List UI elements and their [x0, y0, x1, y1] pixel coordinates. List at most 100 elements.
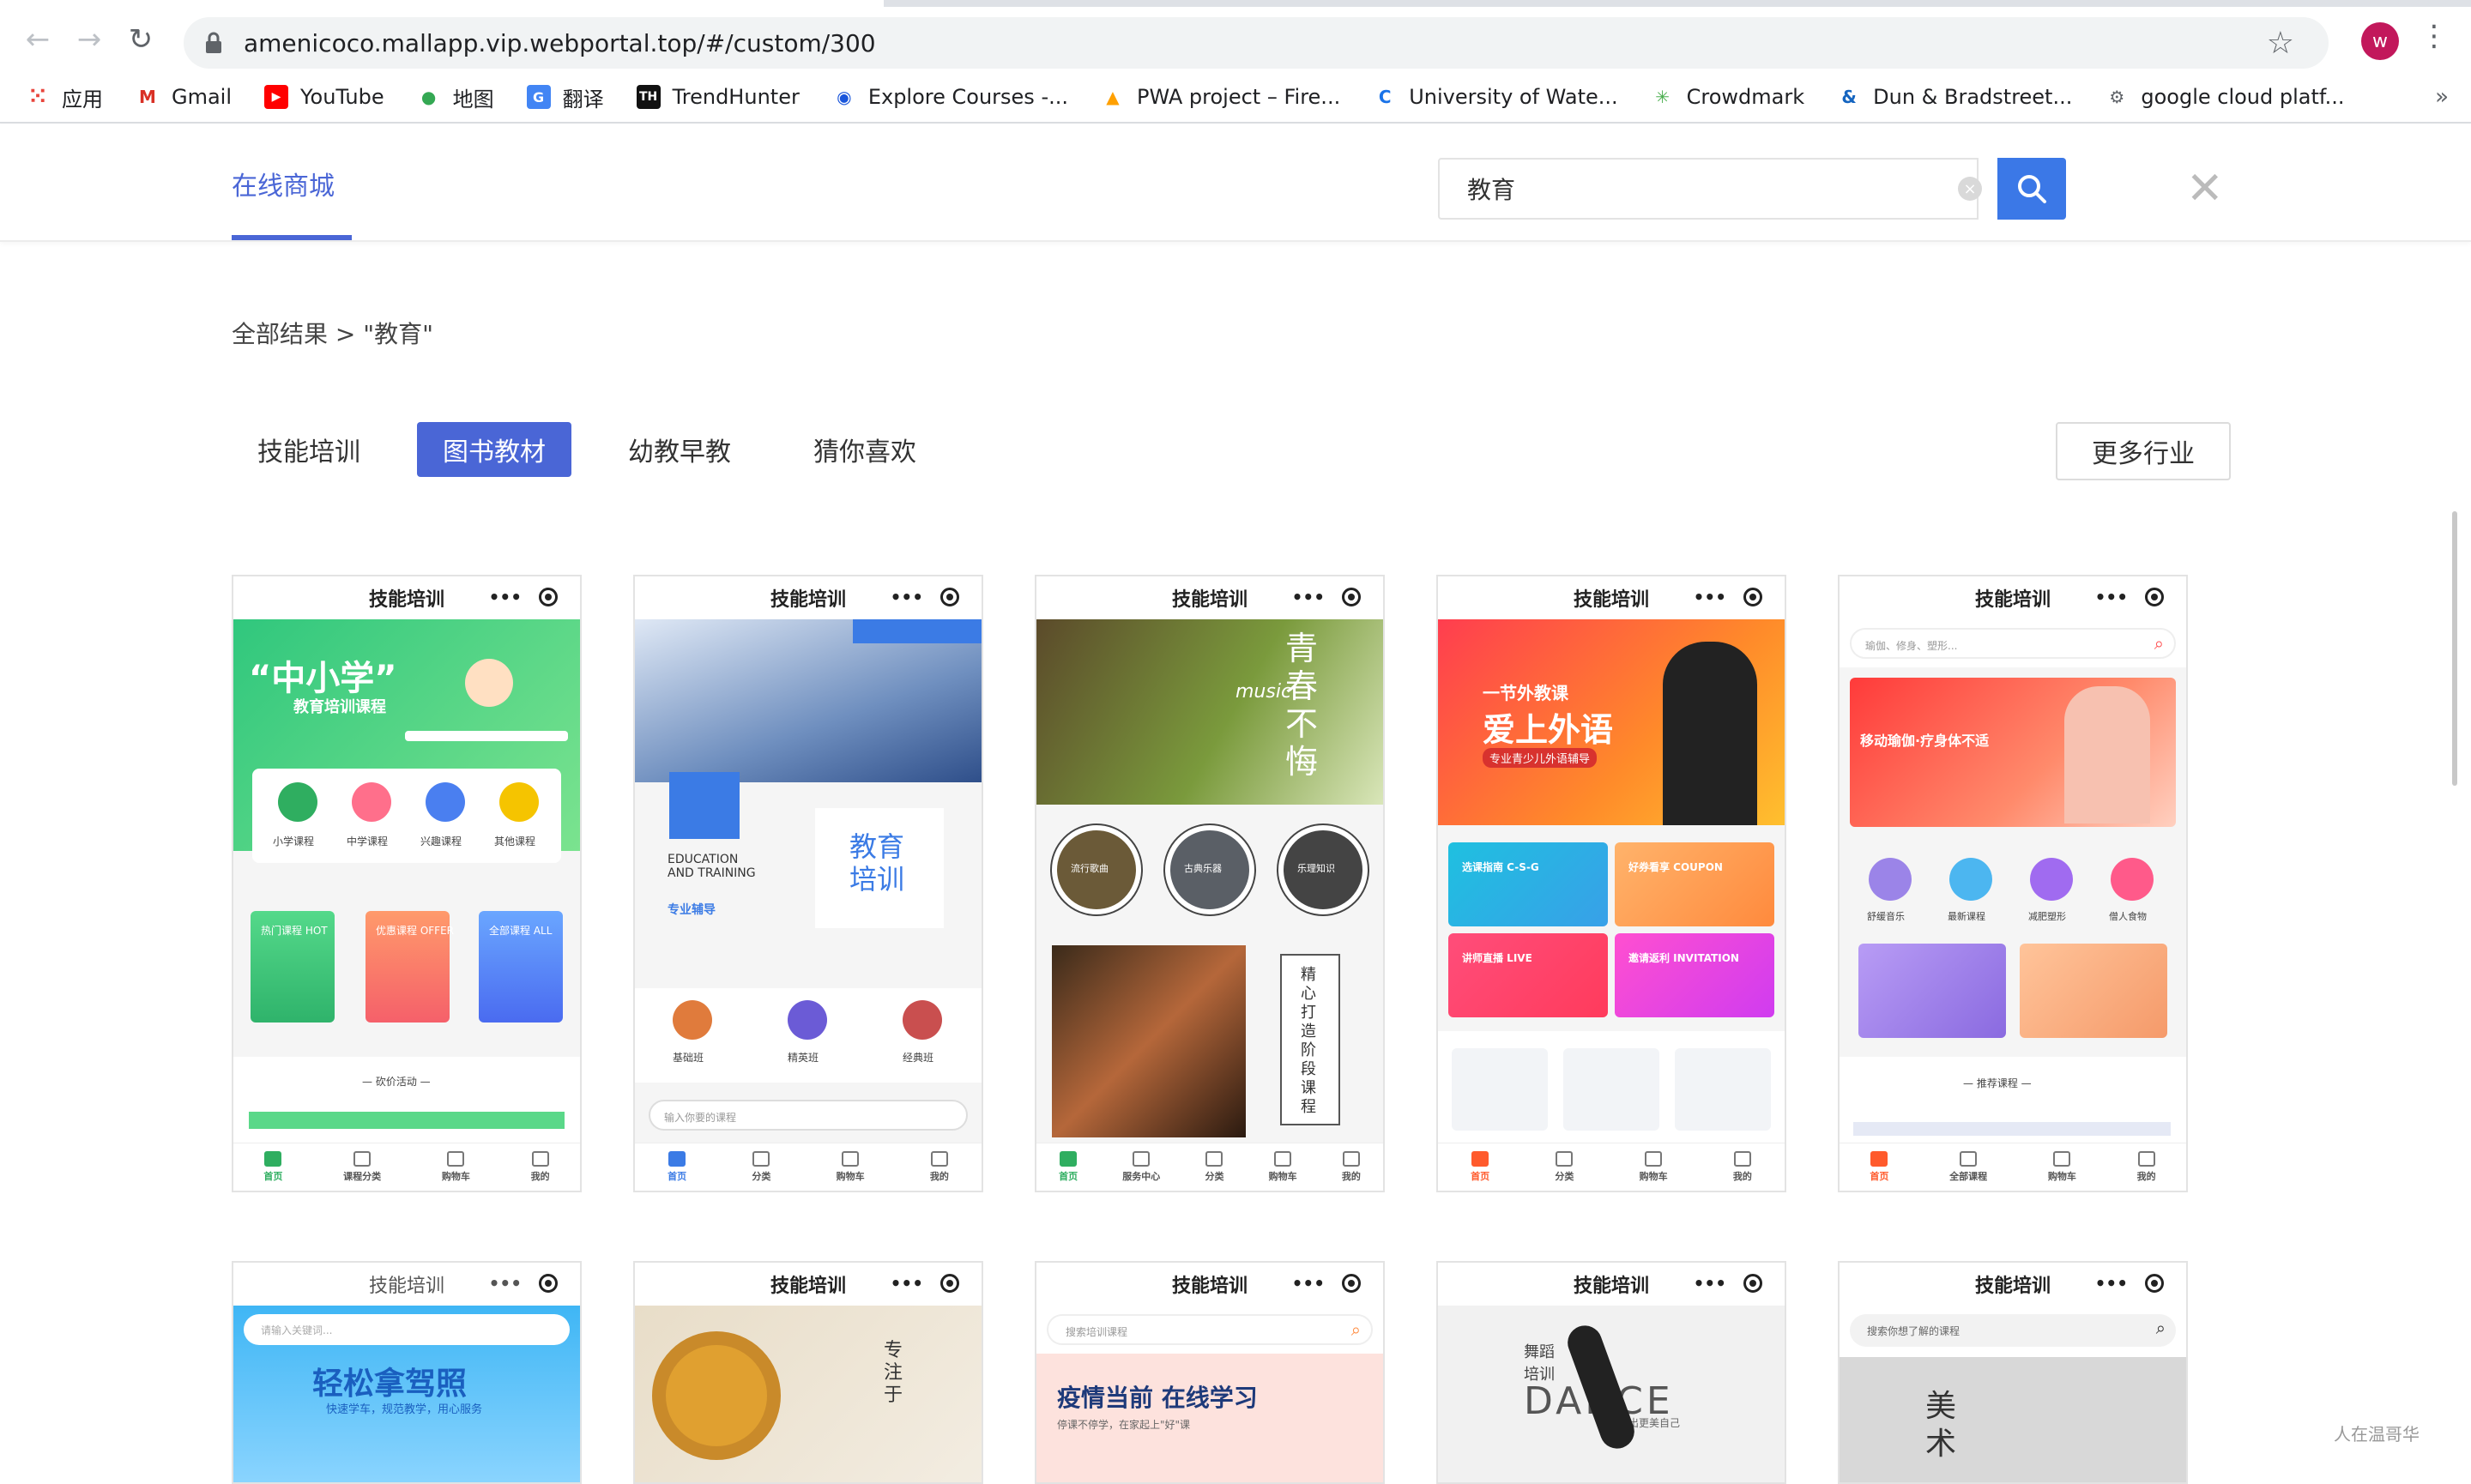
card-banner-photo [635, 619, 982, 782]
forward-icon[interactable]: → [63, 14, 115, 65]
bookmark-apps[interactable]: ⁙ 应用 [26, 82, 103, 112]
profile-avatar[interactable]: w [2361, 22, 2399, 60]
template-card[interactable]: 技能培训 ••• 专注于 [633, 1261, 983, 1484]
promo-card-orange[interactable] [2020, 944, 2167, 1038]
bookmark-explore-courses[interactable]: ◉ Explore Courses -... [832, 85, 1068, 109]
bookmark-gcp[interactable]: ⚙ google cloud platf... [2105, 85, 2344, 109]
promo-card-purple[interactable] [1858, 944, 2006, 1038]
card-banner-dance: 舞蹈培训 DANCE 舞出更美自己 [1438, 1306, 1785, 1482]
new-course-icon[interactable] [1949, 858, 1992, 901]
bookmark-crowdmark[interactable]: ✳ Crowdmark [1651, 85, 1804, 109]
blue-block [669, 772, 740, 839]
all-promo-tile[interactable]: 全部课程 ALL [479, 911, 563, 1023]
breadcrumb: 全部结果 > "教育" [232, 320, 434, 348]
user-icon [1342, 1151, 1360, 1167]
tab-books-textbooks[interactable]: 图书教材 [417, 422, 571, 477]
category-icon [1960, 1151, 1978, 1167]
target-icon [2145, 1274, 2164, 1293]
slim-icon[interactable] [2030, 858, 2073, 901]
trendhunter-icon: TH [636, 85, 661, 109]
bookmark-youtube[interactable]: ▶ YouTube [264, 85, 384, 109]
other-course-icon[interactable] [499, 782, 539, 822]
elite-class-icon[interactable] [788, 1000, 827, 1040]
card-titlebar: 技能培训 ••• [1036, 1263, 1383, 1306]
classical-circle[interactable]: 古典乐器 [1165, 825, 1254, 914]
theory-circle[interactable]: 乐理知识 [1278, 825, 1368, 914]
bookmark-star-icon[interactable]: ☆ [2267, 26, 2294, 61]
address-bar[interactable]: amenicoco.mallapp.vip.webportal.top/#/cu… [184, 17, 2329, 69]
course-search-input[interactable]: 搜索培训课程 ⌕ [1047, 1314, 1373, 1345]
feature-card[interactable] [1675, 1048, 1771, 1131]
brand-link[interactable]: 在线商城 [232, 165, 335, 202]
middle-course-icon[interactable] [352, 782, 391, 822]
music-icon[interactable] [1869, 858, 1912, 901]
lock-icon [206, 32, 221, 53]
more-dots-icon: ••• [2094, 1273, 2128, 1294]
template-card[interactable]: 技能培训 ••• 搜索你想了解的课程 ⌕ 美术 [1838, 1261, 2188, 1484]
feature-card[interactable] [1563, 1048, 1659, 1131]
card-titlebar: 技能培训 ••• [635, 576, 982, 619]
search-button[interactable] [1997, 158, 2066, 220]
basic-class-icon[interactable] [673, 1000, 712, 1040]
back-icon[interactable]: ← [12, 14, 63, 65]
user-icon [930, 1151, 948, 1167]
search-row: 瑜伽、修身、塑形... ⌕ [1840, 619, 2186, 667]
template-card[interactable]: 技能培训 ••• 青春不悔 music 流行歌曲 古典乐器 乐理知识 精心打造阶段… [1035, 575, 1385, 1192]
template-card[interactable]: 技能培训••• 舞蹈培训 DANCE 舞出更美自己 [1436, 1261, 1786, 1484]
template-card[interactable]: 技能培训 ••• 瑜伽、修身、塑形... ⌕ 移动瑜伽·疗身体不适 舒缓音乐 最新… [1838, 575, 2188, 1192]
target-icon [1342, 588, 1361, 606]
more-industries-button[interactable]: 更多行业 [2056, 422, 2231, 480]
hot-promo-tile[interactable]: 热门课程 HOT [251, 911, 335, 1023]
course-search-input[interactable]: 输入你要的课程 [649, 1100, 968, 1131]
more-dots-icon: ••• [488, 1273, 522, 1294]
page-scrollbar[interactable] [2452, 511, 2457, 786]
target-icon [539, 1274, 558, 1293]
search-icon: ⌕ [1350, 1319, 1361, 1340]
offer-promo-tile[interactable]: 优惠课程 OFFER [366, 911, 454, 1023]
bookmark-trendhunter[interactable]: TH TrendHunter [636, 85, 800, 109]
bookmark-pwa-firebase[interactable]: ▲ PWA project – Fire... [1101, 85, 1340, 109]
bargain-bar [249, 1112, 565, 1129]
interest-course-icon[interactable] [426, 782, 465, 822]
yoga-search-input[interactable]: 瑜伽、修身、塑形... ⌕ [1850, 628, 2176, 659]
more-dots-icon: ••• [1693, 1273, 1726, 1294]
tab-skill-training[interactable]: 技能培训 [232, 422, 386, 477]
card-banner-tea: 专注于 [635, 1306, 982, 1482]
tab-early-education[interactable]: 幼教早教 [602, 422, 757, 477]
browser-toolbar: ← → ↻ amenicoco.mallapp.vip.webportal.to… [0, 7, 2471, 72]
template-card[interactable]: 技能培训 ••• 请输入关键词... 轻松拿驾照 快速学车，规范教学，用心服务 [232, 1261, 582, 1484]
target-icon [940, 588, 959, 606]
coupon-tile[interactable]: 好券看享 COUPON [1615, 842, 1774, 926]
bookmarks-overflow-icon[interactable]: » [2435, 84, 2449, 110]
bookmarks-bar: ⁙ 应用 M Gmail ▶ YouTube ● 地图 G 翻译 TH TrendHunte… [0, 72, 2471, 124]
live-tile[interactable]: 讲师直播 LIVE [1448, 933, 1608, 1017]
card-banner-driving: 请输入关键词... 轻松拿驾照 快速学车，规范教学，用心服务 [233, 1306, 580, 1482]
clear-search-icon[interactable]: × [1958, 177, 1982, 201]
bookmark-gmail[interactable]: M Gmail [136, 85, 232, 109]
course-guide-tile[interactable]: 选课指南 C-S-G [1448, 842, 1608, 926]
bookmark-maps[interactable]: ● 地图 [417, 82, 494, 112]
invitation-tile[interactable]: 邀请返利 INVITATION [1615, 933, 1774, 1017]
template-card[interactable]: 技能培训 ••• “中小学” 教育培训课程 小学课程 中学课程 兴趣课程 其他课程… [232, 575, 582, 1192]
template-card[interactable]: 技能培训 ••• EDUCATION AND TRAINING 专业辅导 教育培训… [633, 575, 983, 1192]
primary-course-icon[interactable] [278, 782, 317, 822]
pop-song-circle[interactable]: 流行歌曲 [1052, 825, 1141, 914]
search-input[interactable]: 教育 [1438, 158, 1979, 220]
template-card[interactable]: 技能培训 ••• 搜索培训课程 ⌕ 疫情当前 在线学习 停课不停学，在家起上"好"课 [1035, 1261, 1385, 1484]
target-icon [539, 588, 558, 606]
food-icon[interactable] [2111, 858, 2154, 901]
classic-class-icon[interactable] [903, 1000, 942, 1040]
active-tab[interactable] [0, 0, 884, 7]
close-search-icon[interactable]: ✕ [2186, 163, 2224, 214]
feature-card[interactable] [1452, 1048, 1548, 1131]
driving-search-input[interactable]: 请输入关键词... [244, 1314, 570, 1345]
art-search-input[interactable]: 搜索你想了解的课程 ⌕ [1850, 1314, 2176, 1347]
card-titlebar: 技能培训 ••• [1036, 576, 1383, 619]
template-card[interactable]: 技能培训 ••• 一节外教课 爱上外语 专业青少儿外语辅导 选课指南 C-S-G … [1436, 575, 1786, 1192]
bookmark-dnb[interactable]: & Dun & Bradstreet... [1837, 85, 2072, 109]
tab-you-may-like[interactable]: 猜你喜欢 [788, 422, 942, 477]
bookmark-uwaterloo[interactable]: C University of Wate... [1373, 85, 1618, 109]
browser-menu-icon[interactable]: ⋮ [2420, 19, 2449, 53]
bookmark-translate[interactable]: G 翻译 [526, 82, 604, 112]
reload-icon[interactable]: ↻ [115, 14, 166, 65]
